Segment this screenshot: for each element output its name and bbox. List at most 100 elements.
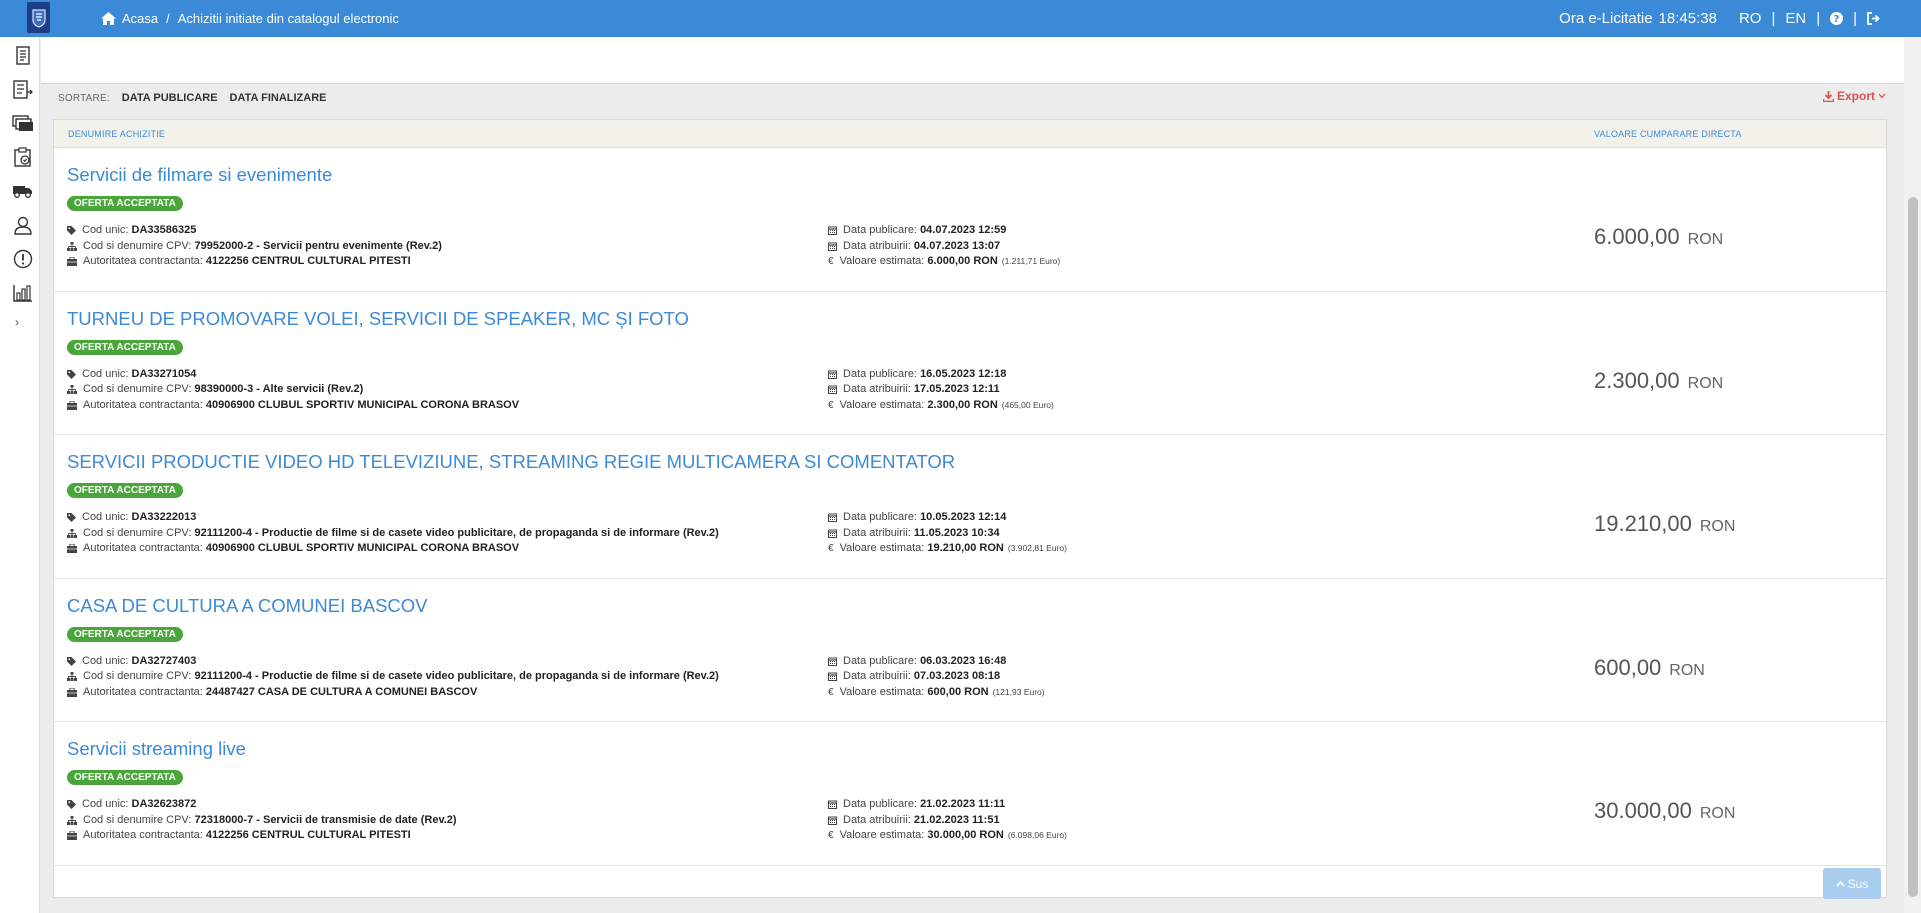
value-currency: RON — [1699, 518, 1736, 535]
data-publicare-value: 10.05.2023 12:14 — [920, 511, 1007, 523]
sidebar-expand-chevron-icon[interactable]: › — [15, 315, 19, 329]
sidebar-alert-icon[interactable] — [12, 248, 34, 270]
scrollbar[interactable] — [1904, 37, 1921, 913]
direct-purchase-value: 6.000,00 RON — [1594, 224, 1723, 250]
export-label: Export — [1836, 89, 1875, 103]
table-row: Servicii de filmare si evenimente OFERTA… — [54, 148, 1886, 292]
autoritate-value: 24487427 CASA DE CULTURA A COMUNEI BASCO… — [205, 685, 478, 698]
scrollbar-thumb[interactable] — [1908, 197, 1918, 897]
data-atribuirii-label: Data atribuirii: — [843, 813, 911, 826]
data-atribuirii-label: Data atribuirii: — [843, 670, 911, 682]
sidebar-clipboard-icon[interactable] — [12, 146, 34, 168]
export-button[interactable]: Export — [1822, 89, 1886, 103]
home-icon[interactable] — [101, 12, 116, 25]
autoritate-value: 4122256 CENTRUL CULTURAL PITESTI — [205, 255, 411, 267]
sort-bar: SORTARE: DATA PUBLICARE DATA FINALIZARE — [58, 90, 338, 106]
cpv-value: 92111200-4 - Productie de filme si de ca… — [194, 670, 719, 682]
cod-unic-label: Cod unic: — [82, 224, 129, 236]
valoare-estimata-currency: RON — [973, 255, 998, 267]
cod-unic-label: Cod unic: — [82, 367, 129, 380]
row-details-dates: Data publicare: 04.07.2023 12:59 Data at… — [828, 223, 1060, 270]
sitemap-icon — [67, 672, 77, 682]
cpv-label: Cod si denumire CPV: — [83, 526, 192, 539]
calendar-icon — [828, 800, 837, 810]
crest-icon — [32, 9, 45, 28]
sidebar-document-icon[interactable] — [12, 44, 34, 66]
data-atribuirii-value: 07.03.2023 08:18 — [913, 670, 1001, 682]
briefcase-icon — [67, 831, 77, 841]
help-icon[interactable]: ? — [1830, 12, 1844, 25]
sidebar-catalog-icon[interactable] — [12, 112, 34, 134]
autoritate-value: 40906900 CLUBUL SPORTIV MUNICIPAL CORONA… — [205, 398, 520, 411]
logout-icon[interactable] — [1867, 12, 1881, 25]
lang-ro-link[interactable]: RO — [1739, 10, 1762, 27]
sidebar-chart-icon[interactable] — [12, 282, 34, 304]
sort-option-data-finalizare[interactable]: DATA FINALIZARE — [230, 92, 327, 104]
sort-option-data-publicare[interactable]: DATA PUBLICARE — [122, 92, 218, 104]
lang-en-link[interactable]: EN — [1785, 10, 1806, 27]
row-details-dates: Data publicare: 10.05.2023 12:14 Data at… — [828, 510, 1067, 557]
cod-unic-value: DA33271054 — [131, 367, 197, 380]
sidebar-truck-icon[interactable] — [12, 180, 34, 202]
acquisition-title-link[interactable]: Servicii streaming live — [67, 738, 246, 760]
valoare-estimata-label: Valoare estimata: — [839, 398, 925, 411]
cod-unic-value: DA32727403 — [131, 654, 197, 667]
cpv-value: 98390000-3 - Alte servicii (Rev.2) — [194, 383, 364, 395]
calendar-icon — [828, 672, 837, 682]
row-details-dates: Data publicare: 21.02.2023 11:11 Data at… — [828, 797, 1067, 844]
acquisition-title-link[interactable]: SERVICII PRODUCTIE VIDEO HD TELEVIZIUNE,… — [67, 451, 955, 473]
sidebar-list-export-icon[interactable] — [12, 78, 34, 100]
euro-icon: € — [828, 399, 834, 411]
clock-time: 18:45:38 — [1658, 10, 1717, 27]
direct-purchase-value: 600,00 RON — [1594, 655, 1705, 681]
table-row: Servicii streaming live OFERTA ACCEPTATA… — [54, 722, 1886, 866]
header-strip — [41, 37, 1904, 84]
cod-unic-label: Cod unic: — [82, 654, 129, 667]
valoare-estimata-label: Valoare estimata: — [839, 829, 925, 841]
table-row: CASA DE CULTURA A COMUNEI BASCOV OFERTA … — [54, 579, 1886, 722]
status-badge: OFERTA ACCEPTATA — [67, 483, 183, 498]
calendar-icon — [828, 513, 837, 523]
row-details-left: Cod unic: DA32727403 Cod si denumire CPV… — [67, 654, 719, 701]
data-atribuirii-label: Data atribuirii: — [843, 239, 911, 252]
cpv-label: Cod si denumire CPV: — [83, 239, 192, 252]
data-atribuirii-value: 04.07.2023 13:07 — [913, 239, 1001, 252]
valoare-estimata-value: 6.000,00 — [927, 255, 971, 267]
status-badge: OFERTA ACCEPTATA — [67, 626, 183, 642]
breadcrumb-home[interactable]: Acasa — [122, 11, 158, 26]
data-publicare-value: 21.02.2023 11:11 — [920, 798, 1006, 810]
cpv-value: 79952000-2 - Servicii pentru evenimente … — [194, 239, 442, 252]
top-right-controls: Ora e-Licitatie 18:45:38 RO | EN | ? | — [1559, 0, 1881, 37]
data-publicare-value: 16.05.2023 12:18 — [920, 367, 1007, 380]
valoare-euro: (1.211,71 Euro) — [1001, 256, 1061, 266]
acquisition-title-link[interactable]: TURNEU DE PROMOVARE VOLEI, SERVICII DE S… — [67, 308, 689, 330]
tag-icon — [67, 226, 76, 236]
euro-icon: € — [828, 686, 834, 698]
row-details-left: Cod unic: DA32623872 Cod si denumire CPV… — [67, 797, 457, 844]
acquisition-title-link[interactable]: Servicii de filmare si evenimente — [67, 164, 332, 186]
top-bar: Acasa / Achizitii initiate din catalogul… — [0, 0, 1921, 37]
data-publicare-label: Data publicare: — [843, 224, 917, 236]
logo[interactable] — [27, 2, 50, 33]
download-icon — [1822, 90, 1834, 102]
calendar-icon — [828, 385, 837, 395]
sidebar-user-icon[interactable] — [12, 214, 34, 236]
calendar-icon — [828, 226, 837, 236]
valoare-estimata-value: 2.300,00 — [927, 398, 971, 411]
valoare-estimata-value: 19.210,00 — [927, 542, 977, 554]
status-badge: OFERTA ACCEPTATA — [67, 196, 183, 211]
calendar-icon — [828, 816, 837, 825]
acquisition-title-link[interactable]: CASA DE CULTURA A COMUNEI BASCOV — [67, 595, 428, 617]
sitemap-icon — [67, 385, 77, 395]
back-to-top-button[interactable]: Sus — [1823, 868, 1881, 899]
table-header: DENUMIRE ACHIZITIE VALOARE CUMPARARE DIR… — [54, 120, 1886, 148]
tag-icon — [67, 656, 76, 666]
svg-text:?: ? — [1834, 14, 1840, 25]
calendar-icon — [828, 529, 837, 538]
sidebar: › — [0, 37, 40, 913]
data-atribuirii-value: 11.05.2023 10:34 — [913, 526, 1000, 539]
calendar-icon — [828, 657, 837, 666]
valoare-estimata-currency: RON — [973, 398, 998, 411]
cod-unic-value: DA32623872 — [131, 798, 197, 810]
valoare-estimata-value: 600,00 — [927, 685, 962, 698]
